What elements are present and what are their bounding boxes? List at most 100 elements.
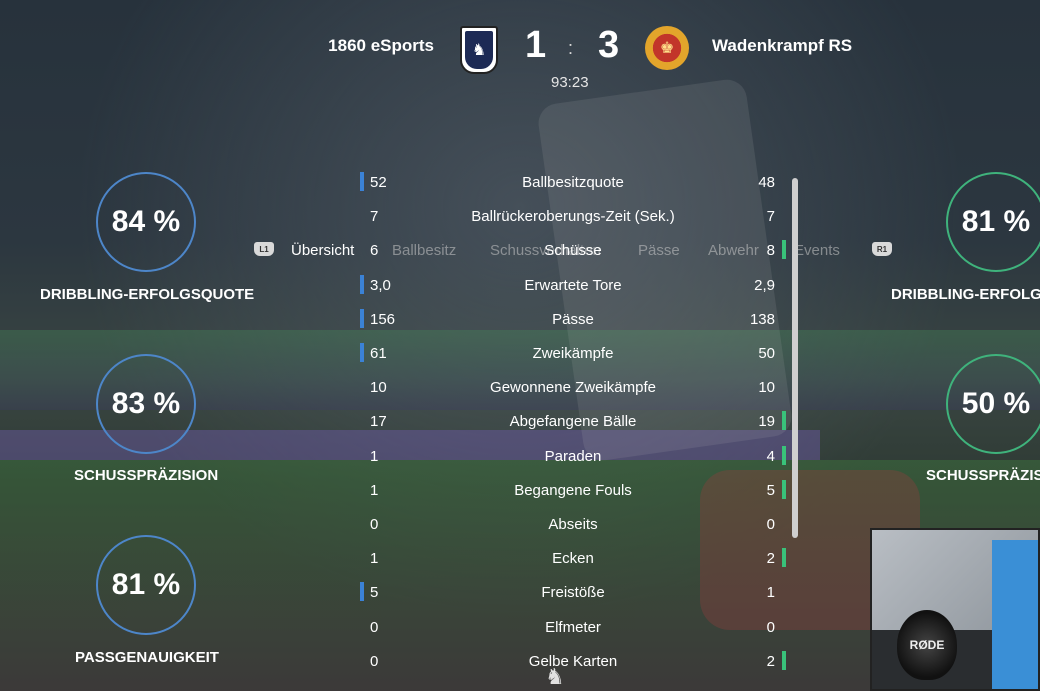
webcam-overlay: RØDE <box>870 528 1040 691</box>
away-stat-value: 48 <box>758 174 775 191</box>
home-leader-bar <box>360 582 364 602</box>
home-score: 1 <box>525 24 547 66</box>
stat-name: Erwartete Tore <box>524 276 622 294</box>
home-shot-accuracy-label: SCHUSSPRÄZISION <box>74 467 219 484</box>
stat-row: 3,0 Erwartete Tore 2,9 <box>355 273 795 303</box>
stat-row: 7 Ballrückeroberungs-Zeit (Sek.) 7 <box>355 204 795 234</box>
away-stat-value: 8 <box>766 242 775 260</box>
home-stat-value: 6 <box>370 242 379 260</box>
stats-tab-bar: L1 Übersicht Ballbesitz Schussverhalten … <box>0 118 1040 259</box>
mic-brand-label: RØDE <box>909 638 945 652</box>
away-leader-bar <box>782 411 786 431</box>
stat-row: 1 Begangene Fouls 5 <box>355 478 795 508</box>
tab-events[interactable]: Events <box>794 242 840 259</box>
away-leader-bar <box>782 240 786 260</box>
stat-row: 5 Freistöße 1 <box>355 580 795 610</box>
away-dribbling-label: DRIBBLING-ERFOLG <box>891 286 1040 303</box>
stats-scrollbar[interactable] <box>792 178 798 538</box>
home-stat-value: 0 <box>370 618 379 636</box>
away-score: 3 <box>598 24 620 66</box>
away-stat-value: 10 <box>758 379 775 397</box>
away-leader-bar <box>782 445 786 465</box>
stat-name: Paraden <box>544 447 602 465</box>
home-crest-icon: ♞ <box>460 26 498 74</box>
l1-bumper-icon[interactable]: L1 <box>254 242 274 256</box>
stat-row: 0 Abseits 0 <box>355 512 795 542</box>
webcam-person <box>992 540 1038 689</box>
home-dribbling-label: DRIBBLING-ERFOLGSQUOTE <box>40 286 255 303</box>
away-dribbling-ring: 81 % <box>946 172 1040 272</box>
away-stat-value: 0 <box>766 618 775 636</box>
r1-bumper-icon[interactable]: R1 <box>872 242 892 256</box>
away-crest-icon: ♚ <box>645 26 689 70</box>
home-leader-bar <box>360 274 364 294</box>
stat-row: 0 Gelbe Karten 2 <box>355 649 795 679</box>
away-stat-value: 7 <box>766 208 775 226</box>
stat-name: Zweikämpfe <box>532 345 614 362</box>
away-stat-value: 19 <box>758 413 775 431</box>
home-leader-bar <box>360 172 364 191</box>
away-stat-value: 2,9 <box>754 276 775 294</box>
stat-row: 10 Gewonnene Zweikämpfe 10 <box>355 375 795 405</box>
home-stat-value: 61 <box>370 345 387 362</box>
stat-name: Freistöße <box>541 584 605 602</box>
stat-name: Gelbe Karten <box>528 652 618 670</box>
home-stat-value: 156 <box>370 310 396 328</box>
tab-uebersicht[interactable]: Übersicht <box>291 242 354 259</box>
home-stat-value: 0 <box>370 516 379 533</box>
stat-name: Elfmeter <box>545 618 601 636</box>
stat-name: Begangene Fouls <box>514 481 632 499</box>
away-stat-value: 138 <box>749 310 775 328</box>
home-stat-value: 5 <box>370 584 379 602</box>
home-pass-accuracy-ring: 81 % <box>96 535 196 635</box>
away-shot-accuracy-label: SCHUSSPRÄZIS <box>926 467 1040 484</box>
home-pass-accuracy-label: PASSGENAUIGKEIT <box>75 649 219 666</box>
microphone-icon: RØDE <box>897 610 957 680</box>
away-leader-bar <box>782 548 786 568</box>
scoreboard: 1860 eSports ♞ 1 : 3 ♚ Wadenkrampf RS 93… <box>0 0 1040 100</box>
stat-name: Ecken <box>552 550 594 568</box>
home-stat-value: 1 <box>370 481 379 499</box>
stat-name: Abgefangene Bälle <box>509 413 637 431</box>
home-leader-bar <box>360 343 364 362</box>
stat-row: 6 Schüsse 8 <box>355 238 795 268</box>
away-leader-bar <box>782 479 786 499</box>
home-stat-value: 10 <box>370 379 387 397</box>
away-stat-value: 1 <box>766 584 775 602</box>
home-stat-value: 52 <box>370 174 387 191</box>
stat-row: 0 Elfmeter 0 <box>355 615 795 645</box>
away-stat-value: 5 <box>766 481 775 499</box>
stat-row: 1 Ecken 2 <box>355 546 795 576</box>
stat-name: Schüsse <box>544 242 602 260</box>
stat-name: Gewonnene Zweikämpfe <box>490 379 656 397</box>
away-stat-value: 0 <box>766 516 775 533</box>
away-shot-accuracy-ring: 50 % <box>946 354 1040 454</box>
home-shot-accuracy-ring: 83 % <box>96 354 196 454</box>
stat-name: Pässe <box>552 310 594 328</box>
home-stat-value: 7 <box>370 208 379 226</box>
stat-row: 52 Ballbesitzquote 48 <box>355 170 795 200</box>
away-stat-value: 2 <box>766 550 775 568</box>
home-dribbling-ring: 84 % <box>96 172 196 272</box>
stat-name: Ballbesitzquote <box>522 174 624 191</box>
home-leader-bar <box>360 308 364 328</box>
away-leader-bar <box>782 650 786 670</box>
home-team-name: 1860 eSports <box>328 36 434 55</box>
away-team-name: Wadenkrampf RS <box>712 36 853 55</box>
lion-logo-icon: ♞ <box>545 664 565 689</box>
stat-row: 1 Paraden 4 <box>355 444 795 474</box>
home-stat-value: 3,0 <box>370 276 391 294</box>
away-stat-value: 2 <box>766 652 775 670</box>
stat-name: Abseits <box>548 516 598 533</box>
home-stat-value: 17 <box>370 413 387 431</box>
home-stat-value: 1 <box>370 447 379 465</box>
home-stat-value: 1 <box>370 550 379 568</box>
stat-row: 17 Abgefangene Bälle 19 <box>355 409 795 439</box>
match-clock: 93:23 <box>551 74 589 91</box>
score-separator: : <box>568 38 574 58</box>
away-stat-value: 4 <box>766 447 775 465</box>
stat-name: Ballrückeroberungs-Zeit (Sek.) <box>471 208 675 226</box>
stat-row: 156 Pässe 138 <box>355 307 795 337</box>
away-stat-value: 50 <box>758 345 775 362</box>
home-stat-value: 0 <box>370 652 379 670</box>
